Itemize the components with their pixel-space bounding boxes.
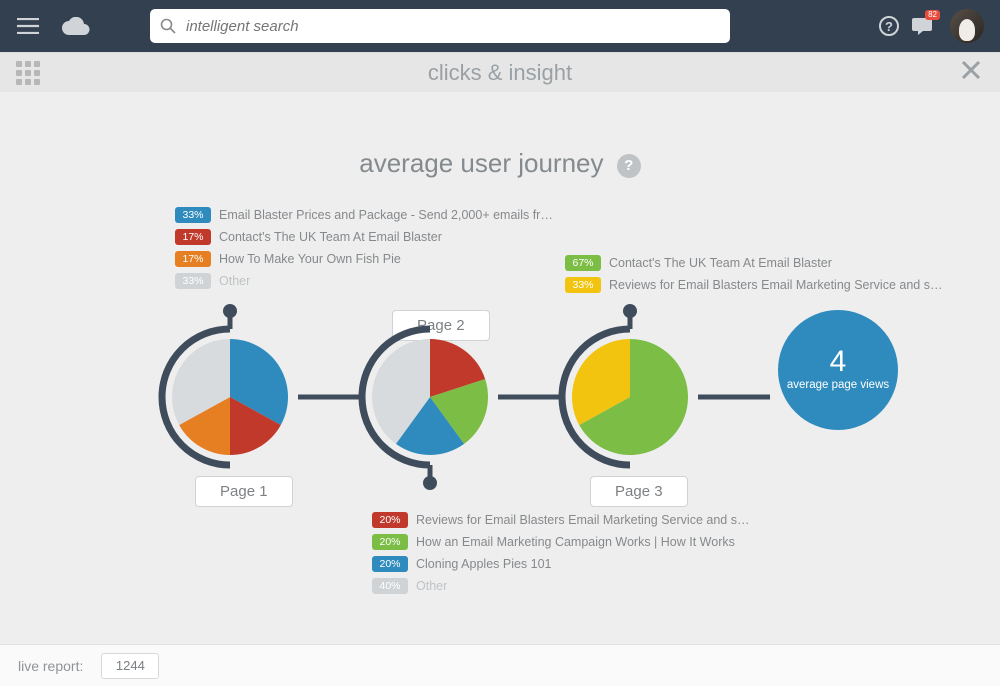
notification-badge: 82 (925, 10, 940, 20)
menu-icon[interactable] (16, 18, 40, 34)
footer: live report: (0, 644, 1000, 686)
legend-label: Reviews for Email Blasters Email Marketi… (416, 513, 756, 527)
legend-label: How an Email Marketing Campaign Works | … (416, 535, 735, 549)
legend-label: Cloning Apples Pies 101 (416, 557, 552, 571)
search-box[interactable] (150, 9, 730, 43)
live-report-input[interactable] (101, 653, 159, 679)
legend-percent-badge: 40% (372, 578, 408, 594)
apps-grid-icon[interactable] (16, 61, 40, 85)
legend-item[interactable]: 20% Cloning Apples Pies 101 (372, 556, 756, 572)
section-help-icon[interactable]: ? (617, 154, 641, 178)
help-icon[interactable]: ? (878, 15, 900, 37)
legend-item[interactable]: 33% Email Blaster Prices and Package - Se… (175, 207, 559, 223)
legend-label: Email Blaster Prices and Package - Send … (219, 208, 559, 222)
avatar[interactable] (950, 9, 984, 43)
subheader-title: clicks & insight (428, 60, 572, 86)
legend-percent-badge: 33% (175, 207, 211, 223)
legend-item[interactable]: 20% How an Email Marketing Campaign Works… (372, 534, 756, 550)
average-page-views-circle: 4 average page views (778, 310, 898, 430)
legend-percent-badge: 20% (372, 534, 408, 550)
live-report-label: live report: (18, 658, 83, 674)
main-panel: average user journey ? 33% Email Blaster … (0, 92, 1000, 644)
close-icon[interactable] (960, 59, 982, 86)
section-title: average user journey ? (0, 148, 1000, 179)
notification-icon[interactable]: 82 (912, 16, 934, 36)
journey-chart: 4 average page views (130, 242, 900, 502)
legend-percent-badge: 20% (372, 556, 408, 572)
legend-item[interactable]: 40% Other (372, 578, 756, 594)
search-icon (160, 18, 176, 34)
topbar: ? 82 (0, 0, 1000, 52)
legend-percent-badge: 20% (372, 512, 408, 528)
legend-page-2: 20% Reviews for Email Blasters Email Mark… (372, 512, 756, 594)
search-input[interactable] (184, 17, 720, 36)
legend-label: Other (416, 579, 447, 593)
legend-item[interactable]: 20% Reviews for Email Blasters Email Mark… (372, 512, 756, 528)
cloud-icon[interactable] (62, 17, 90, 35)
svg-text:?: ? (885, 19, 893, 34)
subheader: clicks & insight (0, 52, 1000, 92)
